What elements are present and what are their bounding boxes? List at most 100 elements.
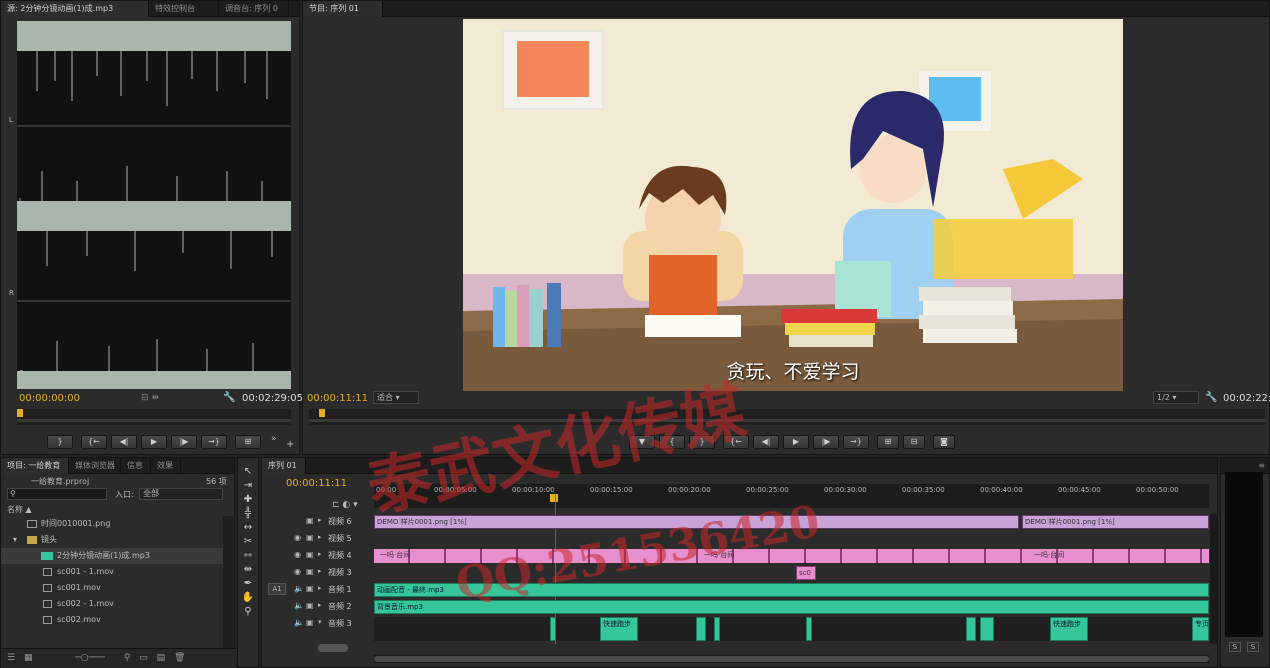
step-forward-button[interactable]: |▶ <box>171 435 197 449</box>
rate-stretch-tool-icon[interactable]: ↔ <box>244 522 252 533</box>
program-wrench-icon[interactable]: 🔧 <box>1205 392 1217 403</box>
track-video-3[interactable]: ◉ ▣ ▸ 视频 3 sc0 <box>262 565 1209 581</box>
program-step-back-button[interactable]: ◀| <box>753 435 779 449</box>
timeline-clip[interactable]: 快速跑步 <box>600 617 638 641</box>
track-expand-icon[interactable]: ▸ <box>318 516 322 524</box>
track-output-icon[interactable]: ▣ <box>306 550 314 559</box>
zoom-slider[interactable]: ─○─── <box>75 653 105 663</box>
pen-tool-icon[interactable]: ✒ <box>244 578 252 589</box>
timeline-vertical-scrollbar[interactable] <box>1210 514 1218 644</box>
timeline-clip[interactable]: 动画配音 - 最终.mp3 <box>374 583 1209 597</box>
hand-tool-icon[interactable]: ✋ <box>242 592 254 603</box>
find-icon[interactable]: ⚲ <box>124 653 131 663</box>
track-audio-1[interactable]: A1 🔈 ▣ ▸ 音频 1 动画配音 - 最终.mp3 <box>262 582 1209 598</box>
source-playhead-icon[interactable] <box>17 409 23 417</box>
track-video-6[interactable]: ▣ ▸ 视频 6 DEMO 样片0001.png [1%] DEMO 样片000… <box>262 514 1209 530</box>
speaker-icon[interactable]: 🔈 <box>294 601 304 610</box>
track-output-icon[interactable]: ▣ <box>306 584 314 593</box>
audio-waveform-display[interactable] <box>17 21 291 389</box>
solo-right-button[interactable]: S <box>1247 642 1259 652</box>
resolution-dropdown[interactable]: 1/2 ▾ <box>1153 391 1199 404</box>
delete-icon[interactable]: 🗑 <box>174 653 185 663</box>
timeline-clip[interactable]: 快速跑步 <box>1050 617 1088 641</box>
program-step-forward-button[interactable]: |▶ <box>813 435 839 449</box>
program-playhead-icon[interactable] <box>319 409 325 417</box>
timeline-clip[interactable] <box>980 617 994 641</box>
program-scrub-bar[interactable] <box>309 409 1265 425</box>
track-video-4[interactable]: ◉ ▣ ▸ 视频 4 一吗·台间 一吗·台间 一吗·台间 <box>262 548 1209 564</box>
mark-out-button-program[interactable]: } <box>689 435 715 449</box>
go-to-out-button[interactable]: →} <box>201 435 227 449</box>
timeline-clip[interactable] <box>966 617 976 641</box>
track-output-icon[interactable]: ▣ <box>306 567 314 576</box>
tab-project[interactable]: 项目: 一给教育 <box>1 457 69 474</box>
project-item-folder[interactable]: ▾ 镜头 <box>1 532 223 548</box>
eye-icon[interactable]: ◉ <box>294 567 301 576</box>
pink-clip-strip[interactable]: 一吗·台间 一吗·台间 一吗·台间 <box>374 549 1209 563</box>
track-expand-icon[interactable]: ▸ <box>318 601 322 609</box>
rolling-edit-tool-icon[interactable]: ╬ <box>245 508 251 519</box>
timeline-clip[interactable]: DEMO 样片0001.png [1%] <box>374 515 1019 529</box>
tab-audio-mixer[interactable]: 调音台: 序列 0 <box>219 0 289 17</box>
timeline-clip[interactable]: sc0 <box>796 566 816 580</box>
tab-media-browser[interactable]: 媒体浏览器 <box>69 457 121 474</box>
program-video-frame[interactable]: 贪玩、不爱学习 <box>463 19 1123 391</box>
program-go-out-button[interactable]: →} <box>843 435 869 449</box>
scrollbar-thumb[interactable] <box>374 656 1209 662</box>
project-item-audio[interactable]: 2分钟分镜动画(1)成.mp3 <box>1 548 223 564</box>
program-go-in-button[interactable]: {← <box>723 435 749 449</box>
project-item-image[interactable]: 时间0010001.png <box>1 516 223 532</box>
track-collapse-icon[interactable]: ▾ <box>318 618 322 626</box>
project-item-video[interactable]: sc002 - 1.mov <box>1 596 223 612</box>
solo-left-button[interactable]: S <box>1229 642 1241 652</box>
new-bin-icon[interactable]: ▭ <box>139 653 148 663</box>
track-output-icon[interactable]: ▣ <box>306 533 314 542</box>
track-expand-icon[interactable]: ▸ <box>318 567 322 575</box>
program-play-button[interactable]: ▶ <box>783 435 809 449</box>
a3-track-lane[interactable]: 快速跑步 快速跑步 专页 <box>374 617 1209 641</box>
source-timecode-in[interactable]: 00:00:00:00 <box>19 393 80 404</box>
track-output-icon[interactable]: ▣ <box>306 516 314 525</box>
slide-tool-icon[interactable]: ⇹ <box>244 564 252 575</box>
track-output-icon[interactable]: ▣ <box>306 618 314 627</box>
add-marker-button[interactable]: ▼ <box>629 435 655 449</box>
project-item-video[interactable]: sc002.mov <box>1 612 223 628</box>
timeline-ruler[interactable]: 00:00 00:00:05:00 00:00:10:00 00:00:15:0… <box>374 484 1209 508</box>
tab-program[interactable]: 节目: 序列 01 <box>303 0 383 17</box>
track-video-5[interactable]: ◉ ▣ ▸ 视频 5 <box>262 531 1209 547</box>
zoom-tool-icon[interactable]: ⚲ <box>244 606 251 617</box>
speaker-icon[interactable]: 🔈 <box>294 584 304 593</box>
panel-menu-icon[interactable]: ≡ <box>1254 461 1269 470</box>
new-item-icon[interactable]: ▤ <box>157 653 166 663</box>
timeline-zoom-slider[interactable] <box>318 644 348 652</box>
timeline-clip[interactable]: DEMO 样片0001.png [1%] <box>1022 515 1209 529</box>
fit-dropdown[interactable]: 适合 ▾ <box>373 391 419 404</box>
timeline-playhead-icon[interactable] <box>550 494 558 502</box>
go-to-in-button[interactable]: {← <box>81 435 107 449</box>
project-item-video[interactable]: sc001 - 1.mov <box>1 564 223 580</box>
name-column-header[interactable]: 名称 ▲ <box>7 504 32 515</box>
timeline-timecode[interactable]: 00:00:11:11 <box>286 478 347 489</box>
track-expand-icon[interactable]: ▸ <box>318 584 322 592</box>
tab-info[interactable]: 信息 <box>121 457 151 474</box>
program-timecode[interactable]: 00:00:11:11 <box>307 393 368 404</box>
track-expand-icon[interactable]: ▸ <box>318 533 322 541</box>
in-dropdown[interactable]: 全部 <box>139 488 223 500</box>
timeline-clip[interactable] <box>696 617 706 641</box>
timeline-clip[interactable]: 专页 <box>1192 617 1209 641</box>
folder-expand-icon[interactable]: ▾ <box>13 532 17 548</box>
camera-icon[interactable]: ◙ <box>933 435 955 449</box>
insert-button[interactable]: ⊞ <box>235 435 261 449</box>
eye-icon[interactable]: ◉ <box>294 533 301 542</box>
razor-tool-icon[interactable]: ✂ <box>244 536 252 547</box>
step-back-button[interactable]: ◀| <box>111 435 137 449</box>
project-search-input[interactable]: ⚲ <box>7 488 107 500</box>
timeline-clip[interactable]: 背景音乐.mp3 <box>374 600 1209 614</box>
add-icon[interactable]: + <box>286 439 294 450</box>
track-select-tool-icon[interactable]: ⇥ <box>244 480 252 491</box>
timeline-clip[interactable] <box>714 617 720 641</box>
tab-effect-controls[interactable]: 特效控制台 <box>149 0 219 17</box>
timeline-horizontal-scrollbar[interactable] <box>374 655 1209 663</box>
play-button[interactable]: ▶ <box>141 435 167 449</box>
wrench-icon[interactable]: 🔧 <box>223 392 235 403</box>
